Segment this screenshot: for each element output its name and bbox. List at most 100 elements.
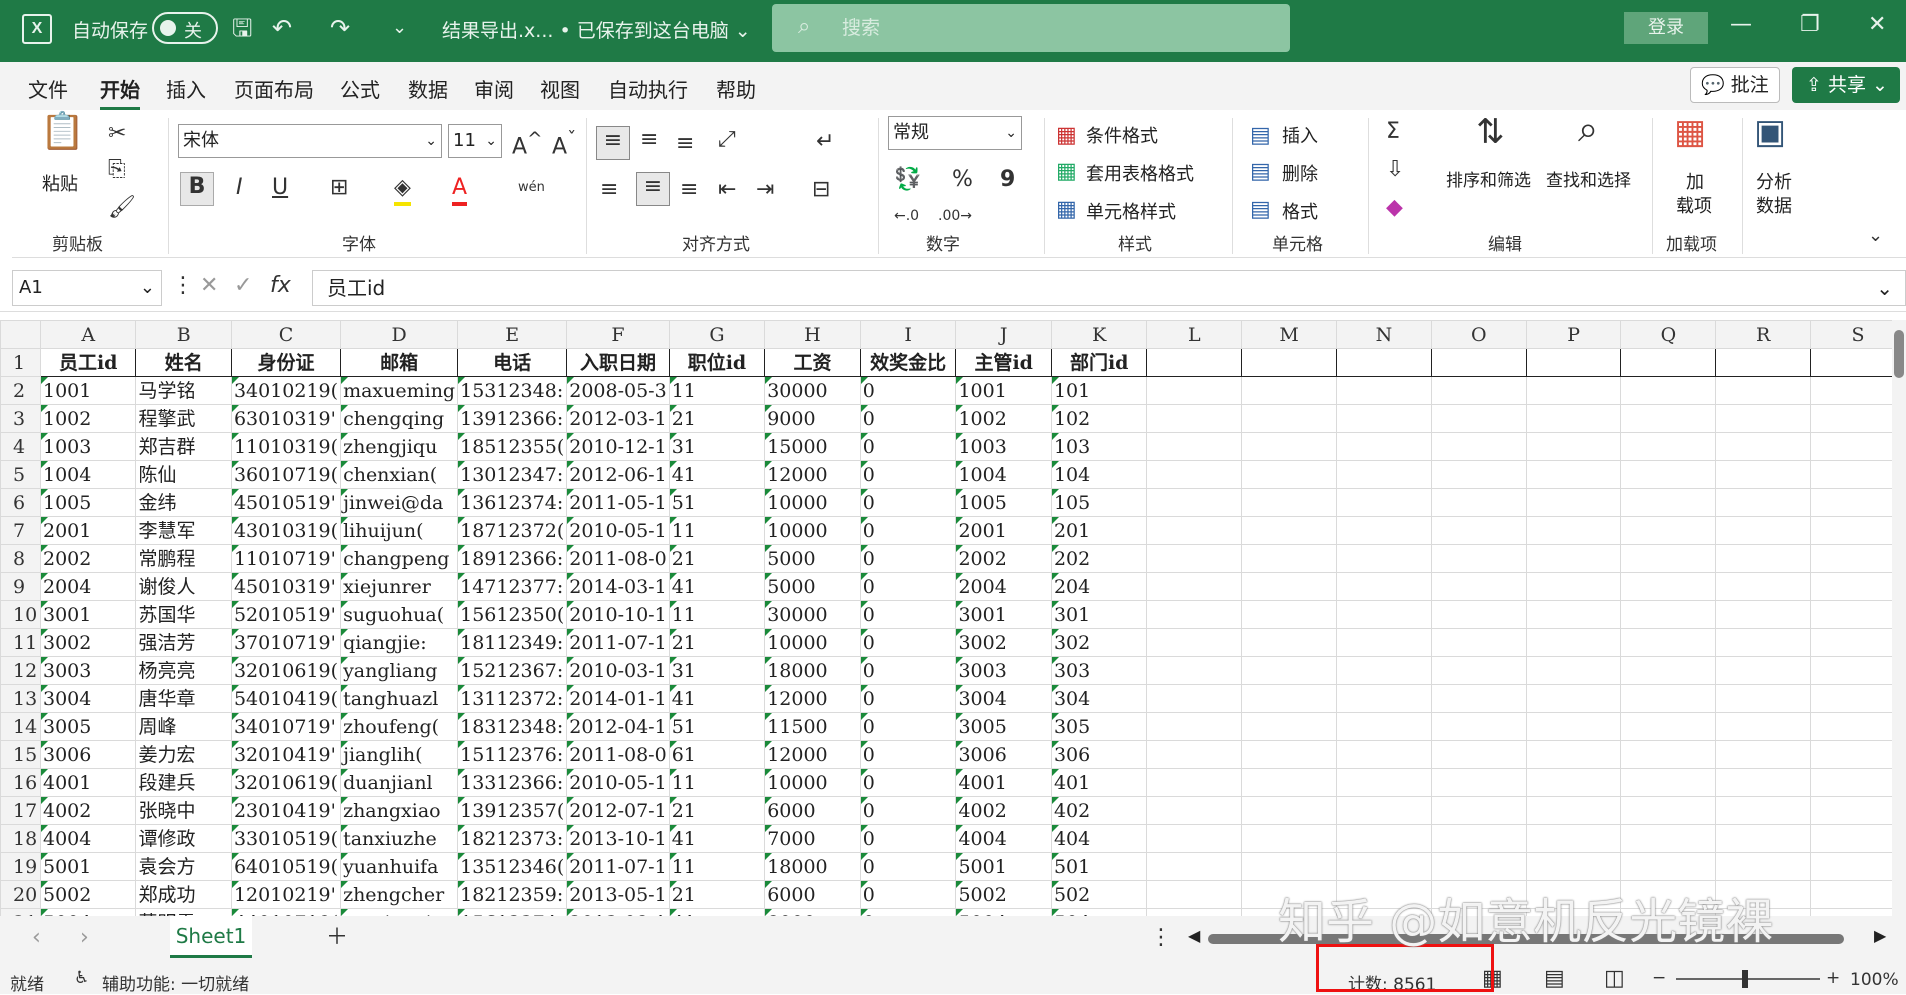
row-header[interactable]: 1	[0, 348, 41, 377]
cell-j4[interactable]: 1003	[955, 432, 1052, 461]
cell-b19[interactable]: 袁会方	[135, 852, 232, 881]
scroll-left-icon[interactable]: ◀	[1188, 926, 1200, 945]
cell-i13[interactable]: 0	[859, 684, 957, 713]
cell-a15[interactable]: 3006	[39, 740, 137, 769]
cell-c2[interactable]: 34010219(	[230, 376, 342, 405]
cell-r5[interactable]	[1715, 460, 1812, 489]
cell-l1[interactable]	[1146, 348, 1243, 377]
maximize-icon[interactable]: ❐	[1800, 12, 1820, 37]
cell-q8[interactable]	[1620, 544, 1717, 573]
cell-b13[interactable]: 唐华章	[135, 684, 232, 713]
cell-q18[interactable]	[1620, 824, 1717, 853]
cell-b16[interactable]: 段建兵	[135, 768, 232, 797]
row-header[interactable]: 21	[0, 908, 41, 916]
cell-m13[interactable]	[1241, 684, 1338, 713]
cell-i16[interactable]: 0	[859, 768, 957, 797]
phonetic-icon[interactable]: wén	[518, 174, 545, 202]
cell-o5[interactable]	[1430, 460, 1527, 489]
cell-i11[interactable]: 0	[859, 628, 957, 657]
column-header-c[interactable]: C	[230, 320, 342, 349]
cell-e1[interactable]: 电话	[457, 348, 568, 377]
cell-d2[interactable]: maxueming	[340, 376, 459, 405]
cell-e20[interactable]: 18212359:	[457, 880, 568, 909]
cell-q7[interactable]	[1620, 516, 1717, 545]
cell-j10[interactable]: 3001	[955, 600, 1052, 629]
cell-j3[interactable]: 1002	[955, 404, 1052, 433]
cell-r17[interactable]	[1715, 796, 1812, 825]
underline-button[interactable]: U	[272, 174, 288, 202]
cell-a13[interactable]: 3004	[39, 684, 137, 713]
cell-l13[interactable]	[1146, 684, 1243, 713]
cell-r14[interactable]	[1715, 712, 1812, 741]
cell-k21[interactable]: 504	[1050, 908, 1148, 916]
comments-button[interactable]: 💬 批注	[1690, 67, 1780, 103]
cell-r13[interactable]	[1715, 684, 1812, 713]
cell-o16[interactable]	[1430, 768, 1527, 797]
cell-c18[interactable]: 33010519(	[230, 824, 342, 853]
cell-c12[interactable]: 32010619(	[230, 656, 342, 685]
cell-i5[interactable]: 0	[859, 460, 957, 489]
cell-n16[interactable]	[1336, 768, 1432, 797]
cell-d5[interactable]: chenxian(	[340, 460, 459, 489]
cell-b11[interactable]: 强洁芳	[135, 628, 232, 657]
cell-k9[interactable]: 204	[1050, 572, 1148, 601]
row-header[interactable]: 13	[0, 684, 41, 713]
cell-q6[interactable]	[1620, 488, 1717, 517]
cell-h12[interactable]: 18000	[764, 656, 861, 685]
cell-l11[interactable]	[1146, 628, 1243, 657]
cell-k10[interactable]: 301	[1050, 600, 1148, 629]
cell-d16[interactable]: duanjianl	[340, 768, 459, 797]
cell-j5[interactable]: 1004	[955, 460, 1052, 489]
cell-j12[interactable]: 3003	[955, 656, 1052, 685]
cell-r1[interactable]	[1715, 348, 1812, 377]
cell-n10[interactable]	[1336, 600, 1432, 629]
cell-e15[interactable]: 15112376:	[457, 740, 568, 769]
cell-f19[interactable]: 2011-07-1	[566, 852, 670, 881]
cell-l21[interactable]	[1146, 908, 1243, 916]
cell-e8[interactable]: 18912366:	[457, 544, 568, 573]
cell-d19[interactable]: yuanhuifa	[340, 852, 459, 881]
more-icon[interactable]: ⋮	[172, 272, 194, 300]
cell-k12[interactable]: 303	[1050, 656, 1148, 685]
next-sheet-icon[interactable]: ›	[80, 924, 89, 952]
fill-icon[interactable]: ⇩	[1386, 156, 1404, 184]
row-header[interactable]: 15	[0, 740, 41, 769]
cell-b8[interactable]: 常鹏程	[135, 544, 232, 573]
cell-q2[interactable]	[1620, 376, 1717, 405]
cell-a9[interactable]: 2004	[39, 572, 137, 601]
sort-filter-button[interactable]: 排序和筛选	[1446, 166, 1531, 191]
cell-b4[interactable]: 郑吉群	[135, 432, 232, 461]
cell-j21[interactable]: 5004	[955, 908, 1052, 916]
cell-k1[interactable]: 部门id	[1050, 348, 1148, 377]
cell-g19[interactable]: 11	[668, 852, 766, 881]
cell-a6[interactable]: 1005	[39, 488, 137, 517]
cell-b20[interactable]: 郑成功	[135, 880, 232, 909]
cell-h20[interactable]: 6000	[764, 880, 861, 909]
cell-a20[interactable]: 5002	[39, 880, 137, 909]
cell-g6[interactable]: 51	[668, 488, 766, 517]
cell-f10[interactable]: 2010-10-1	[566, 600, 670, 629]
bold-button[interactable]: B	[180, 172, 214, 206]
page-layout-view-icon[interactable]: ▤	[1544, 966, 1565, 991]
cell-n19[interactable]	[1336, 852, 1432, 881]
cell-g9[interactable]: 41	[668, 572, 766, 601]
cell-a12[interactable]: 3003	[39, 656, 137, 685]
cell-p13[interactable]	[1525, 684, 1622, 713]
cell-p12[interactable]	[1525, 656, 1622, 685]
cell-n7[interactable]	[1336, 516, 1432, 545]
cell-o19[interactable]	[1430, 852, 1527, 881]
cell-o6[interactable]	[1430, 488, 1527, 517]
row-header[interactable]: 10	[0, 600, 41, 629]
cell-o8[interactable]	[1430, 544, 1527, 573]
cell-r9[interactable]	[1715, 572, 1812, 601]
autosave-toggle[interactable]: 关	[152, 12, 218, 44]
cell-k2[interactable]: 101	[1050, 376, 1148, 405]
cell-p11[interactable]	[1525, 628, 1622, 657]
analyze-data-line2[interactable]: 数据	[1756, 192, 1792, 218]
row-header[interactable]: 2	[0, 376, 41, 405]
cell-e10[interactable]: 15612350(	[457, 600, 568, 629]
cell-g14[interactable]: 51	[668, 712, 766, 741]
column-header-f[interactable]: F	[566, 320, 670, 349]
cell-m16[interactable]	[1241, 768, 1338, 797]
cell-r12[interactable]	[1715, 656, 1812, 685]
